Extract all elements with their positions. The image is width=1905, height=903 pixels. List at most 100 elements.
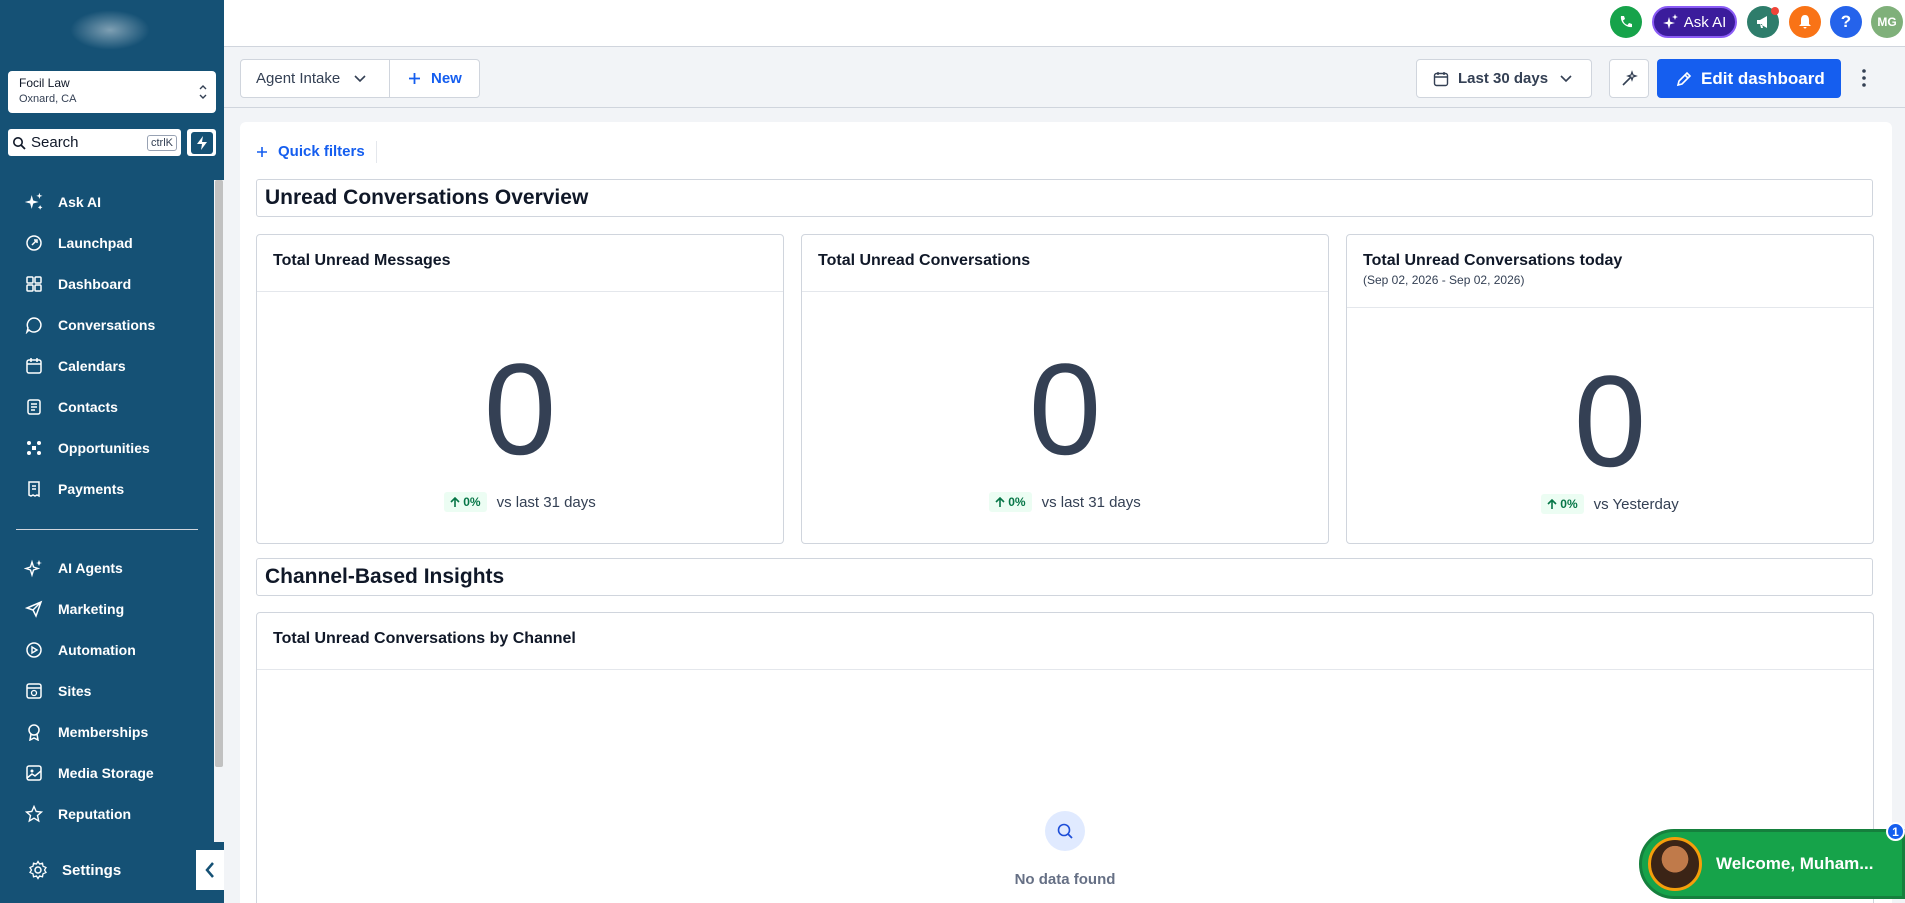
section-title-channel-insights: Channel-Based Insights — [256, 558, 1873, 596]
new-label: New — [431, 70, 462, 87]
more-options-icon[interactable] — [1861, 68, 1867, 88]
kpi-card-unread-today[interactable]: Total Unread Conversations today (Sep 02… — [1346, 234, 1874, 544]
sidebar-item-launchpad[interactable]: Launchpad — [0, 225, 214, 261]
megaphone-icon — [1757, 16, 1767, 28]
edit-dashboard-button[interactable]: Edit dashboard — [1657, 59, 1841, 98]
welcome-text: Welcome, Muham... — [1716, 854, 1874, 873]
sidebar-item-payments[interactable]: Payments — [0, 471, 214, 507]
ai-agents-icon — [24, 558, 44, 578]
sidebar-item-marketing[interactable]: Marketing — [0, 591, 214, 627]
chevron-down-icon — [354, 74, 366, 82]
quick-actions-button[interactable] — [187, 129, 216, 156]
notifications-button[interactable] — [1789, 6, 1821, 38]
sidebar-item-memberships[interactable]: Memberships — [0, 714, 214, 750]
arrow-up-icon — [995, 496, 1005, 507]
sidebar-item-label: Sites — [58, 683, 92, 699]
empty-state-text: No data found — [1014, 871, 1116, 888]
magic-wand-icon — [1622, 69, 1638, 86]
edit-dashboard-label: Edit dashboard — [1701, 68, 1825, 88]
kpi-value: 0 — [1573, 348, 1647, 494]
assistant-avatar — [1648, 837, 1702, 891]
sidebar-item-label: Launchpad — [58, 235, 133, 251]
search-input[interactable]: Search ctrlK — [8, 129, 181, 156]
trend-percent: 0% — [1560, 497, 1578, 511]
sidebar-item-settings[interactable]: Settings — [0, 852, 214, 888]
rocket-icon — [24, 233, 44, 253]
search-icon — [13, 136, 26, 150]
sidebar-item-label: Conversations — [58, 317, 156, 333]
empty-state: No data found — [257, 811, 1873, 888]
kpi-trend: 0% vs last 31 days — [802, 492, 1328, 512]
sidebar-item-label: Reputation — [58, 806, 132, 822]
welcome-chat-widget[interactable]: Welcome, Muham... — [1639, 829, 1905, 899]
ai-wand-button[interactable] — [1609, 59, 1649, 98]
sidebar-item-label: Calendars — [58, 358, 126, 374]
sidebar-item-label: Ask AI — [58, 194, 102, 210]
collapse-sidebar-button[interactable] — [196, 850, 224, 890]
notification-dot — [1771, 7, 1779, 15]
phone-button[interactable] — [1610, 6, 1642, 38]
chevron-left-icon — [205, 862, 214, 878]
sidebar-item-label: Memberships — [58, 724, 149, 740]
plus-icon — [257, 146, 267, 157]
sites-icon — [24, 681, 44, 701]
sidebar-item-dashboard[interactable]: Dashboard — [0, 266, 214, 302]
kpi-card-unread-messages[interactable]: Total Unread Messages 0 0% vs last 31 da… — [256, 234, 784, 544]
section-title-unread-overview: Unread Conversations Overview — [256, 179, 1873, 217]
sparkle-icon — [1662, 14, 1678, 29]
calendar-icon — [1433, 71, 1449, 86]
user-avatar-button[interactable]: MG — [1871, 6, 1903, 38]
new-dashboard-button[interactable]: New — [389, 59, 480, 98]
sidebar-item-reputation[interactable]: Reputation — [0, 796, 214, 832]
channel-chart-card[interactable]: Total Unread Conversations by Channel No… — [256, 612, 1874, 903]
ask-ai-button[interactable]: Ask AI — [1652, 6, 1737, 38]
search-icon — [1045, 811, 1085, 851]
dashboard-select[interactable]: Agent Intake — [240, 59, 390, 98]
sidebar-scrollbar-thumb[interactable] — [215, 180, 223, 767]
sidebar: Focil Law Oxnard, CA Search ctrlK Ask AI… — [0, 0, 224, 903]
sidebar-item-ask-ai[interactable]: Ask AI — [0, 184, 214, 220]
kpi-trend: 0% vs last 31 days — [257, 492, 783, 512]
date-range-select[interactable]: Last 30 days — [1416, 59, 1592, 98]
kpi-value: 0 — [1028, 336, 1102, 482]
quick-filters-button[interactable]: Quick filters — [256, 143, 365, 160]
sidebar-item-conversations[interactable]: Conversations — [0, 307, 214, 343]
arrow-up-icon — [1547, 498, 1557, 509]
unread-badge: 1 — [1886, 822, 1905, 841]
help-button[interactable]: ? — [1830, 6, 1862, 38]
sidebar-item-calendars[interactable]: Calendars — [0, 348, 214, 384]
award-icon — [24, 722, 44, 742]
bell-icon — [1799, 15, 1811, 29]
automation-icon — [24, 640, 44, 660]
sidebar-item-automation[interactable]: Automation — [0, 632, 214, 668]
sidebar-item-opportunities[interactable]: Opportunities — [0, 430, 214, 466]
sidebar-item-label: Marketing — [58, 601, 125, 617]
location-switcher[interactable]: Focil Law Oxnard, CA — [8, 71, 216, 113]
sidebar-item-label: Automation — [58, 642, 136, 658]
image-icon — [24, 763, 44, 783]
date-range-value: Last 30 days — [1458, 70, 1549, 87]
send-icon — [24, 599, 44, 619]
payments-icon — [24, 479, 44, 499]
sidebar-item-label: Contacts — [58, 399, 118, 415]
sidebar-item-contacts[interactable]: Contacts — [0, 389, 214, 425]
lightning-icon — [196, 135, 207, 150]
kpi-card-unread-conversations[interactable]: Total Unread Conversations 0 0% vs last … — [801, 234, 1329, 544]
phone-icon — [1620, 16, 1632, 28]
dashboard-select-value: Agent Intake — [256, 70, 341, 87]
star-icon — [24, 804, 44, 824]
avatar-initials: MG — [1877, 15, 1897, 29]
gear-icon — [28, 860, 48, 880]
sidebar-item-ai-agents[interactable]: AI Agents — [0, 550, 214, 586]
sidebar-item-label: Payments — [58, 481, 125, 497]
sidebar-item-label: Media Storage — [58, 765, 154, 781]
sidebar-item-label: Opportunities — [58, 440, 150, 456]
trend-compare: vs last 31 days — [496, 493, 596, 511]
chevron-down-icon — [1560, 74, 1572, 82]
sidebar-item-media-storage[interactable]: Media Storage — [0, 755, 214, 791]
sidebar-item-label: Settings — [62, 861, 122, 879]
trend-badge: 0% — [444, 492, 487, 512]
sidebar-item-sites[interactable]: Sites — [0, 673, 214, 709]
contacts-icon — [24, 397, 44, 417]
opportunities-icon — [24, 438, 44, 458]
